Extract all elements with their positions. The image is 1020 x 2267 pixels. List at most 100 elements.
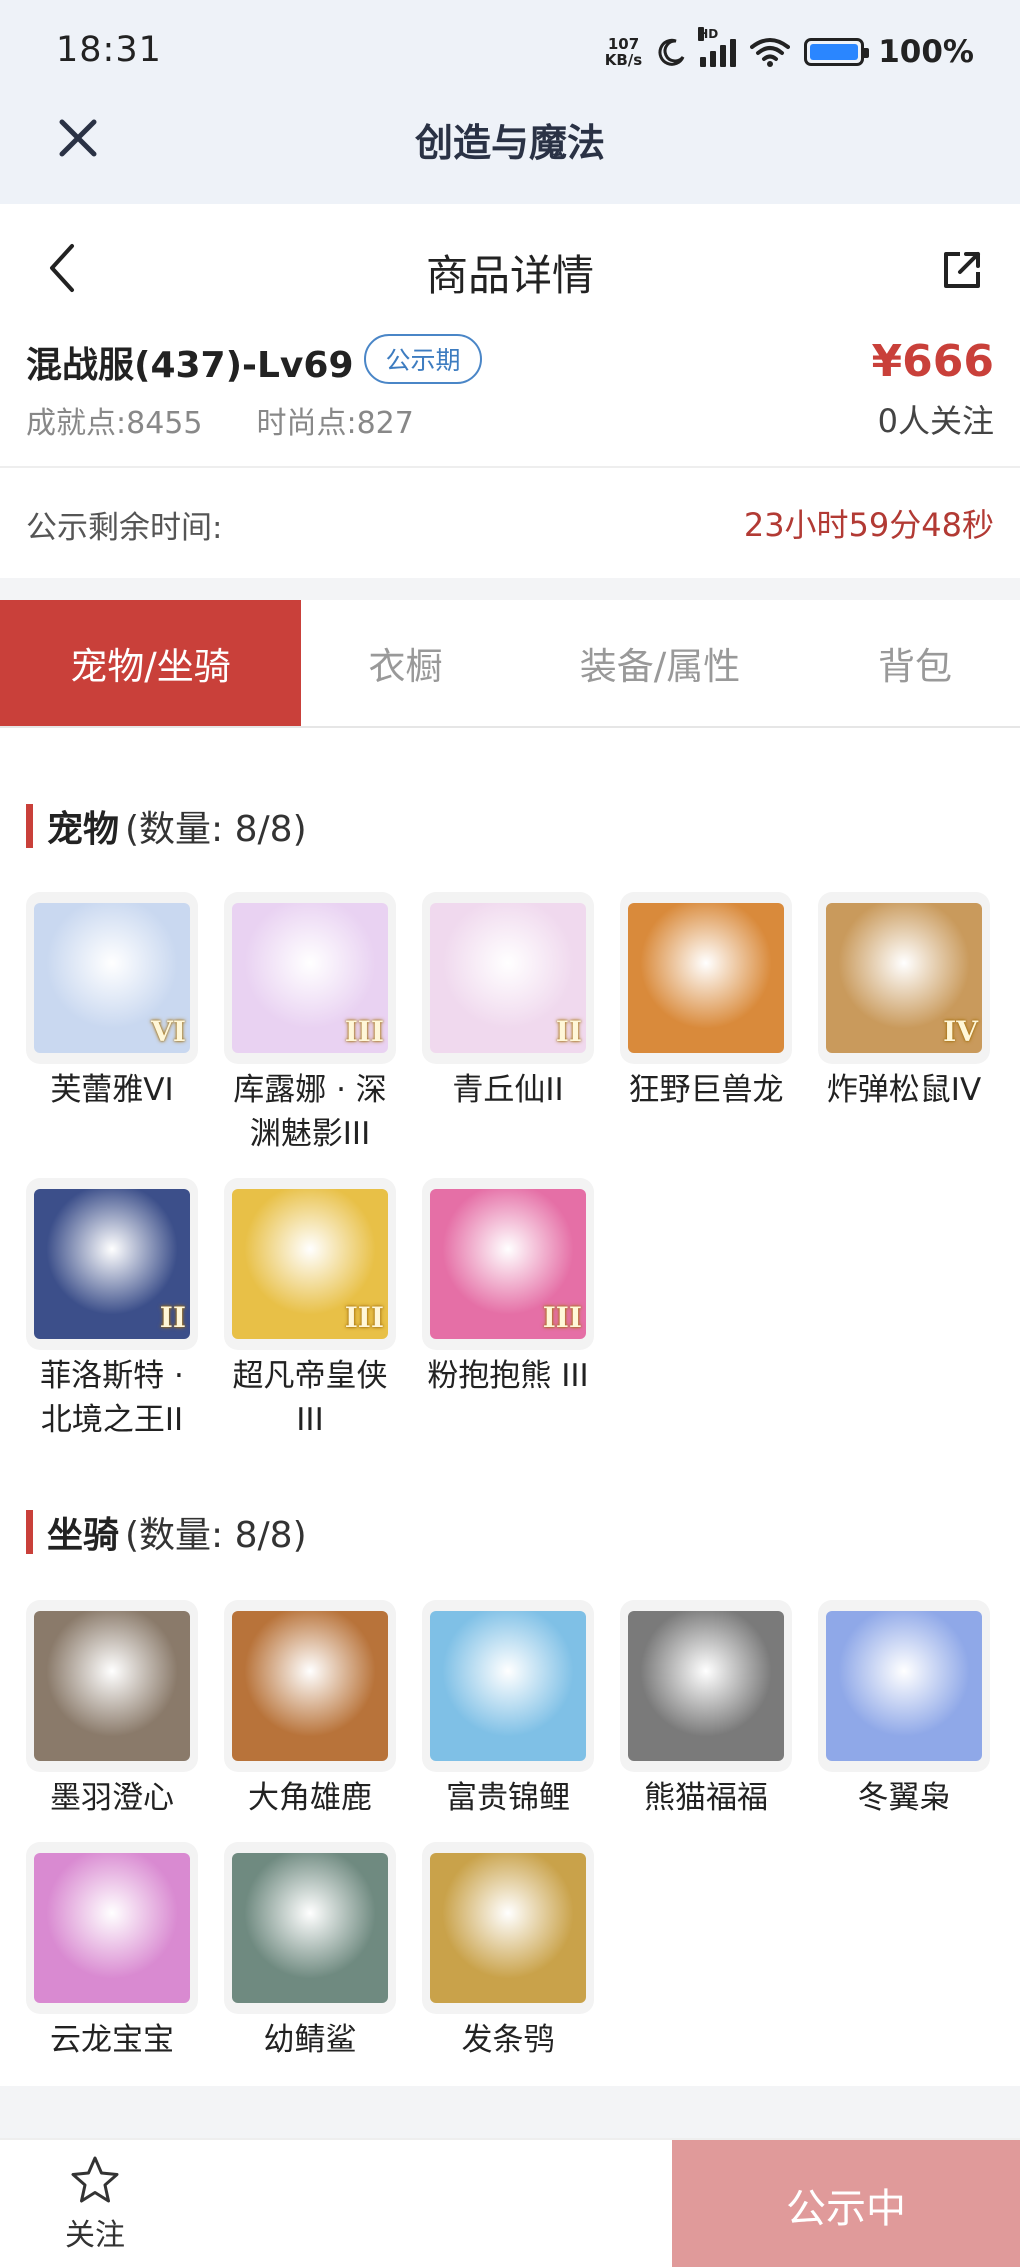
mounts-section-title: 坐骑 (数量: 8/8): [26, 1510, 307, 1556]
item-image: [628, 1611, 784, 1761]
item-name: 大角雄鹿: [248, 1780, 372, 1816]
battery-icon: [804, 38, 870, 66]
tier-badge: VI: [151, 1015, 186, 1048]
item-name: 冬翼枭: [857, 1780, 951, 1816]
mount-item[interactable]: 富贵锦鲤: [422, 1600, 594, 1820]
item-thumbnail: [818, 1600, 990, 1772]
mount-item[interactable]: 熊猫福福: [620, 1600, 792, 1820]
item-image: [430, 1853, 586, 2003]
item-name: 青丘仙II: [452, 1072, 564, 1108]
pet-item[interactable]: III 超凡帝皇侠III: [224, 1178, 396, 1442]
pet-item[interactable]: III 库露娜 · 深渊魅影III: [224, 892, 396, 1156]
item-name: 炸弹松鼠IV: [826, 1072, 982, 1108]
pet-item[interactable]: II 青丘仙II: [422, 892, 594, 1112]
follow-button[interactable]: 关注: [40, 2154, 150, 2264]
moon-icon: [658, 38, 685, 66]
item-thumbnail: [224, 1842, 396, 2014]
pets-title: 宠物: [47, 809, 120, 850]
item-name: 云龙宝宝: [50, 2022, 174, 2058]
signal-icon: HD: [698, 27, 737, 67]
publicity-status-button[interactable]: 公示中: [672, 2140, 1020, 2267]
pet-item[interactable]: III 粉抱抱熊 III: [422, 1178, 594, 1398]
mounts-grid: 墨羽澄心 大角雄鹿 富贵锦鲤 熊猫福福 冬翼枭云龙宝宝 幼鲭鲨 发条鸮: [26, 1600, 996, 2070]
item-thumbnail: [620, 892, 792, 1064]
item-thumbnail: [422, 1600, 594, 1772]
mount-item[interactable]: 幼鲭鲨: [224, 1842, 396, 2062]
item-thumbnail: [620, 1600, 792, 1772]
item-name: 狂野巨兽龙: [628, 1072, 784, 1108]
pet-item[interactable]: 狂野巨兽龙: [620, 892, 792, 1112]
tab-wardrobe[interactable]: 衣橱: [301, 600, 510, 726]
item-image: [232, 1853, 388, 2003]
pets-count: (数量: 8/8): [125, 809, 307, 850]
item-name: 粉抱抱熊 III: [427, 1358, 589, 1394]
mount-item[interactable]: 冬翼枭: [818, 1600, 990, 1820]
section-gap: [0, 578, 1020, 600]
item-thumbnail: II: [26, 1178, 198, 1350]
follow-count: 0人关注: [877, 402, 994, 440]
item-image: [232, 1611, 388, 1761]
mount-item[interactable]: 发条鸮: [422, 1842, 594, 2062]
tier-badge: II: [159, 1301, 186, 1334]
item-thumbnail: [422, 1842, 594, 2014]
section-marker: [26, 804, 33, 848]
item-thumbnail: II: [422, 892, 594, 1064]
tab-equipment[interactable]: 装备/属性: [510, 600, 810, 726]
item-name: 发条鸮: [461, 2022, 555, 2058]
battery-percent: 100%: [878, 34, 974, 70]
item-thumbnail: [26, 1842, 198, 2014]
section-gap: [0, 2086, 1020, 2138]
status-bar: 18:31 107 KB/s HD 100%: [0, 0, 1020, 102]
item-name: 墨羽澄心: [50, 1780, 174, 1816]
wifi-icon: [750, 38, 791, 67]
item-thumbnail: III: [224, 892, 396, 1064]
status-time: 18:31: [56, 30, 162, 70]
net-speed: 107 KB/s: [605, 36, 642, 68]
item-image: [628, 903, 784, 1053]
detail-title: 商品详情: [425, 251, 594, 300]
item-thumbnail: III: [224, 1178, 396, 1350]
listing-summary: 混战服(437)-Lv69 公示期 ¥666 成就点:8455 时尚点:827 …: [0, 330, 1020, 466]
follow-label: 关注: [65, 2218, 125, 2253]
status-icons: 107 KB/s HD 100%: [605, 27, 974, 74]
server-name: 混战服(437)-Lv69: [26, 345, 354, 386]
pets-grid: VI 芙蕾雅VI III 库露娜 · 深渊魅影III II 青丘仙II 狂野巨兽龙 IV 炸弹松…: [26, 892, 996, 1438]
tier-badge: II: [555, 1015, 582, 1048]
mount-item[interactable]: 云龙宝宝: [26, 1842, 198, 2062]
period-badge: 公示期: [364, 334, 482, 384]
app-title: 创造与魔法: [414, 121, 605, 165]
mounts-title: 坐骑: [47, 1515, 120, 1556]
share-button[interactable]: [940, 248, 984, 292]
net-speed-unit: KB/s: [604, 51, 643, 69]
item-name: 富贵锦鲤: [446, 1780, 570, 1816]
achievement-points: 成就点:8455: [26, 406, 203, 441]
item-thumbnail: VI: [26, 892, 198, 1064]
item-thumbnail: IV: [818, 892, 990, 1064]
item-image: [430, 1611, 586, 1761]
tab-pets-mounts[interactable]: 宠物/坐骑: [0, 600, 301, 726]
mount-item[interactable]: 墨羽澄心: [26, 1600, 198, 1820]
tab-backpack[interactable]: 背包: [810, 600, 1020, 726]
pet-item[interactable]: VI 芙蕾雅VI: [26, 892, 198, 1112]
pet-item[interactable]: IV 炸弹松鼠IV: [818, 892, 990, 1112]
item-thumbnail: III: [422, 1178, 594, 1350]
mounts-count: (数量: 8/8): [125, 1515, 307, 1556]
item-name: 超凡帝皇侠III: [232, 1358, 388, 1438]
item-name: 芙蕾雅VI: [50, 1072, 174, 1108]
pet-item[interactable]: II 菲洛斯特 · 北境之王II: [26, 1178, 198, 1442]
stats: 成就点:8455 时尚点:827: [26, 398, 414, 442]
item-name: 幼鲭鲨: [263, 2022, 357, 2058]
section-marker: [26, 1510, 33, 1554]
detail-nav: 商品详情: [0, 204, 1020, 330]
tier-badge: III: [344, 1301, 384, 1334]
item-image: [34, 1611, 190, 1761]
item-image: [826, 1611, 982, 1761]
mount-item[interactable]: 大角雄鹿: [224, 1600, 396, 1820]
item-image: [34, 1853, 190, 2003]
net-speed-value: 107: [607, 35, 640, 53]
countdown-label: 公示剩余时间:: [26, 510, 223, 546]
item-name: 菲洛斯特 · 北境之王II: [40, 1358, 184, 1438]
item-thumbnail: [26, 1600, 198, 1772]
price: ¥666: [871, 336, 994, 387]
bottom-bar: 关注 公示中: [0, 2138, 1020, 2267]
